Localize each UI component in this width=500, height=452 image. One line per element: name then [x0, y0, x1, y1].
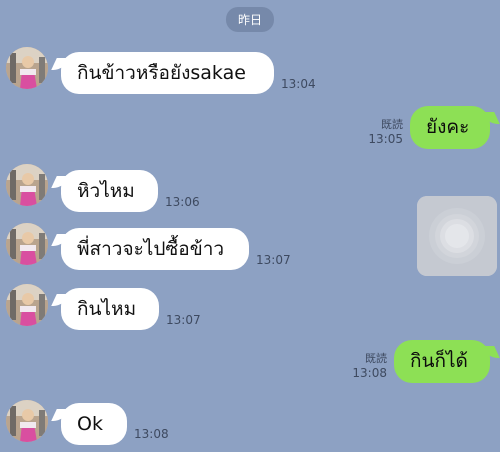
contact-avatar[interactable] [6, 400, 48, 442]
contact-avatar[interactable] [6, 47, 48, 89]
message-time: 13:07 [166, 313, 201, 327]
date-separator: 昨日 [225, 7, 275, 32]
message-bubble-incoming[interactable]: หิวไหม [61, 170, 158, 212]
contact-avatar[interactable] [6, 223, 48, 265]
contact-avatar[interactable] [6, 164, 48, 206]
message-bubble-incoming[interactable]: พี่สาวจะไปซื้อข้าว [61, 228, 249, 270]
message-bubble-incoming[interactable]: Ok [61, 403, 127, 445]
read-status: 既読 [365, 352, 387, 365]
message-time: 13:05 [368, 132, 403, 146]
message-bubble-outgoing[interactable]: ยังคะ [410, 106, 490, 149]
message-bubble-incoming[interactable]: กินข้าวหรือยังsakae [61, 52, 274, 94]
message-time: 13:08 [134, 427, 169, 441]
chat-view: 昨日 กินข้าวหรือยังsakae 13:04 既読 13:05 ยั… [0, 0, 500, 452]
read-status: 既読 [381, 118, 403, 131]
loading-image-icon [417, 196, 497, 276]
contact-avatar[interactable] [6, 284, 48, 326]
message-time: 13:08 [352, 366, 387, 380]
message-time: 13:04 [281, 77, 316, 91]
read-receipt-block: 既読 13:05 [368, 118, 403, 146]
read-receipt-block: 既読 13:08 [352, 352, 387, 380]
message-bubble-outgoing[interactable]: กินก็ได้ [394, 340, 490, 383]
message-time: 13:06 [165, 195, 200, 209]
message-bubble-incoming[interactable]: กินไหม [61, 288, 159, 330]
shared-image-thumbnail[interactable] [417, 196, 497, 276]
message-time: 13:07 [256, 253, 291, 267]
